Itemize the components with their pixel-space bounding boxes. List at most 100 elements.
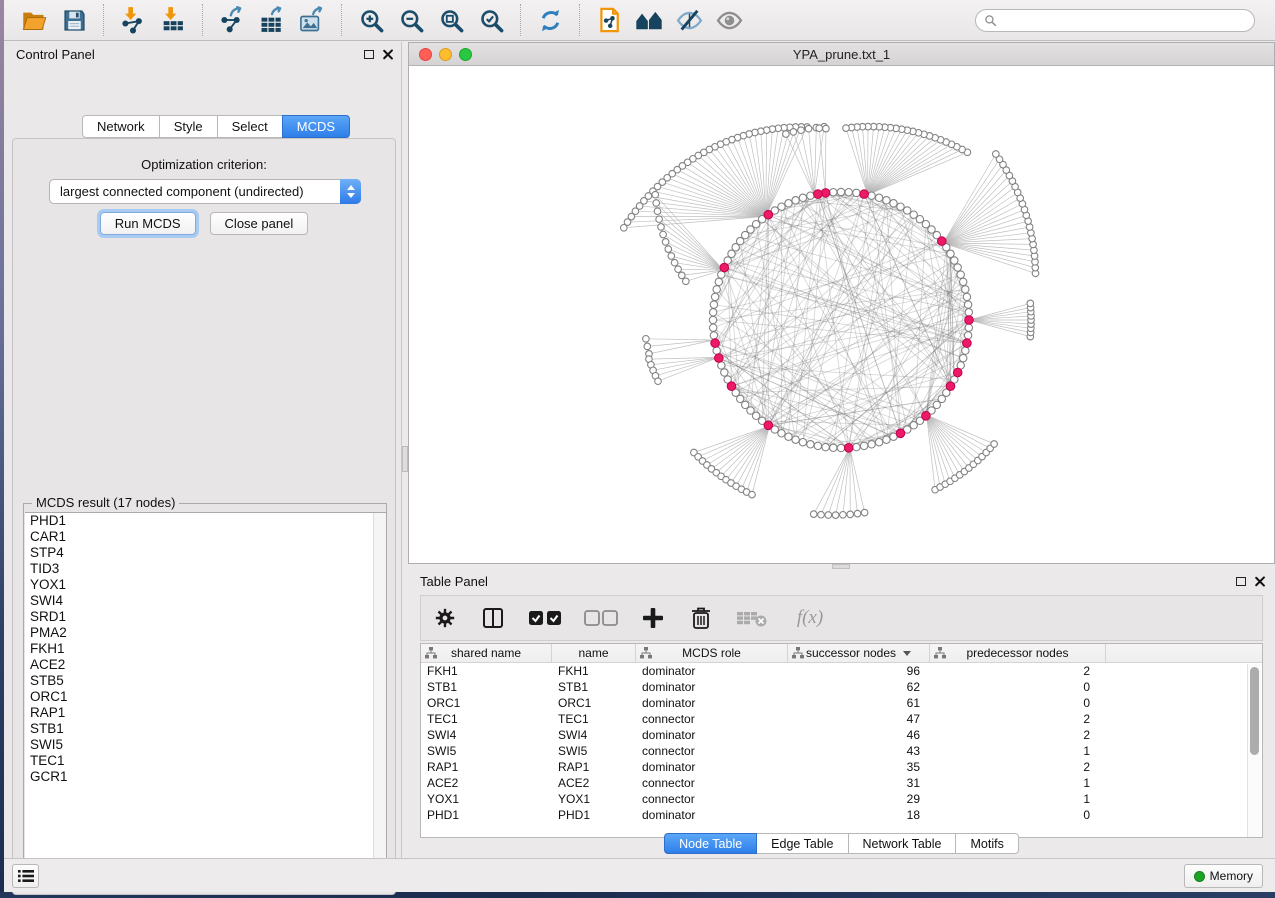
table-cell[interactable]: 2 (930, 759, 1106, 775)
table-cell[interactable]: PHD1 (421, 807, 552, 823)
network-node[interactable] (951, 257, 958, 264)
network-node[interactable] (710, 309, 717, 316)
add-row-button[interactable] (639, 604, 667, 632)
table-cell[interactable]: RAP1 (421, 759, 552, 775)
network-node[interactable] (816, 125, 823, 132)
table-cell[interactable]: 43 (788, 743, 930, 759)
network-node[interactable] (818, 511, 825, 518)
network-node[interactable] (883, 436, 890, 443)
network-node[interactable] (962, 286, 969, 293)
network-node[interactable] (710, 301, 717, 308)
table-cell[interactable] (1106, 743, 1262, 759)
network-node[interactable] (890, 200, 897, 207)
table-row[interactable]: RAP1RAP1dominator352 (421, 759, 1262, 775)
mcds-node[interactable] (938, 237, 947, 246)
mcds-node[interactable] (711, 339, 720, 348)
tab-motifs[interactable]: Motifs (955, 833, 1018, 854)
table-cell[interactable]: SWI5 (421, 743, 552, 759)
mcds-result-item[interactable]: GCR1 (25, 769, 386, 785)
table-cell[interactable]: ACE2 (421, 775, 552, 791)
mcds-node[interactable] (764, 210, 773, 219)
table-cell[interactable] (1106, 679, 1262, 695)
memory-button[interactable]: Memory (1184, 864, 1263, 888)
table-cell[interactable]: TEC1 (421, 711, 552, 727)
hide-graphics-details-button[interactable] (672, 3, 706, 37)
zoom-fit-button[interactable] (434, 3, 468, 37)
table-cell[interactable]: 47 (788, 711, 930, 727)
network-node[interactable] (807, 441, 814, 448)
network-node[interactable] (679, 272, 686, 279)
network-node[interactable] (993, 151, 1000, 158)
network-node[interactable] (715, 278, 722, 285)
close-panel-button[interactable]: Close panel (210, 212, 309, 235)
network-node[interactable] (660, 231, 667, 238)
table-cell[interactable]: ORC1 (552, 695, 636, 711)
table-cell[interactable]: dominator (636, 807, 788, 823)
network-node[interactable] (962, 347, 969, 354)
table-cell[interactable]: RAP1 (552, 759, 636, 775)
network-node[interactable] (964, 301, 971, 308)
table-cell[interactable]: 96 (788, 663, 930, 679)
table-cell[interactable] (1106, 759, 1262, 775)
open-session-button[interactable] (17, 3, 51, 37)
float-panel-icon[interactable] (1236, 577, 1246, 586)
network-node[interactable] (832, 512, 839, 519)
table-cell[interactable]: connector (636, 791, 788, 807)
tab-style[interactable]: Style (159, 115, 218, 138)
table-row[interactable]: SWI5SWI5connector431 (421, 743, 1262, 759)
table-row[interactable]: STB1STB1dominator620 (421, 679, 1262, 695)
network-window-titlebar[interactable]: YPA_prune.txt_1 (409, 43, 1274, 66)
mcds-node[interactable] (814, 190, 823, 199)
table-cell[interactable] (1106, 807, 1262, 823)
table-row[interactable]: FKH1FKH1dominator962 (421, 663, 1262, 679)
tab-network[interactable]: Network (82, 115, 160, 138)
zoom-in-button[interactable] (354, 3, 388, 37)
delete-table-button[interactable] (735, 604, 769, 632)
table-cell[interactable]: 1 (930, 791, 1106, 807)
minimize-window-icon[interactable] (439, 48, 452, 61)
mcds-node[interactable] (821, 189, 830, 198)
column-header-name[interactable]: name (552, 644, 636, 662)
mcds-result-item[interactable]: STP4 (25, 545, 386, 561)
table-cell[interactable]: 0 (930, 679, 1106, 695)
network-node[interactable] (709, 316, 716, 323)
network-node[interactable] (711, 293, 718, 300)
new-network-file-button[interactable] (592, 3, 626, 37)
network-canvas[interactable] (409, 66, 1274, 563)
tab-node-table[interactable]: Node Table (664, 833, 757, 854)
table-cell[interactable]: connector (636, 743, 788, 759)
network-node[interactable] (713, 347, 720, 354)
network-node[interactable] (868, 192, 875, 199)
export-table-button[interactable] (255, 3, 289, 37)
network-node[interactable] (883, 197, 890, 204)
unselect-all-button[interactable] (583, 604, 619, 632)
close-panel-icon[interactable] (382, 49, 393, 60)
tab-mcds[interactable]: MCDS (282, 115, 350, 138)
table-cell[interactable]: dominator (636, 695, 788, 711)
network-node[interactable] (665, 246, 672, 253)
network-node[interactable] (845, 189, 852, 196)
network-node[interactable] (799, 194, 806, 201)
network-node[interactable] (790, 129, 797, 136)
network-node[interactable] (843, 125, 850, 132)
mcds-node[interactable] (860, 190, 869, 199)
show-column-button[interactable] (479, 604, 507, 632)
network-node[interactable] (837, 188, 844, 195)
table-cell[interactable]: 61 (788, 695, 930, 711)
mcds-node[interactable] (946, 382, 955, 391)
table-settings-button[interactable] (431, 604, 459, 632)
mcds-node[interactable] (965, 316, 974, 325)
network-node[interactable] (868, 441, 875, 448)
network-node[interactable] (904, 207, 911, 214)
network-node[interactable] (710, 332, 717, 339)
mcds-node[interactable] (963, 339, 972, 348)
network-node[interactable] (662, 239, 669, 246)
network-node[interactable] (798, 127, 805, 134)
mcds-result-item[interactable]: TID3 (25, 561, 386, 577)
table-cell[interactable]: YOX1 (421, 791, 552, 807)
network-node[interactable] (853, 189, 860, 196)
network-node[interactable] (957, 271, 964, 278)
network-node[interactable] (954, 264, 961, 271)
mcds-result-item[interactable]: SWI4 (25, 593, 386, 609)
scrollbar-thumb[interactable] (1250, 667, 1259, 755)
